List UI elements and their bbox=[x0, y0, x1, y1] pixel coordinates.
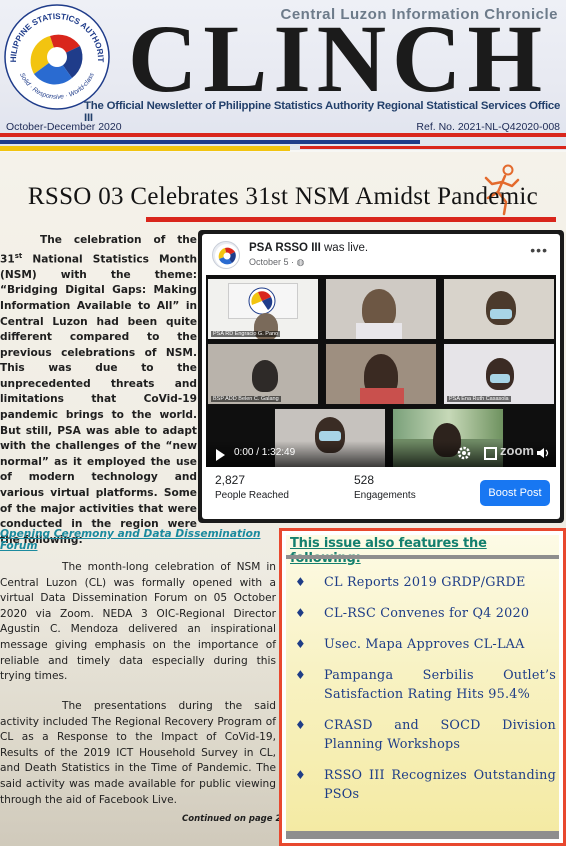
video-tile: PSA RD Engracio G. Pano bbox=[207, 278, 319, 340]
masthead: PHILIPPINE STATISTICS AUTHORITY Solid · … bbox=[0, 0, 566, 151]
post-timestamp[interactable]: October 5 · ◍ bbox=[249, 257, 304, 268]
continued-on-page: Continued on page 2 bbox=[182, 814, 282, 824]
sidebar-divider bbox=[286, 555, 559, 559]
fullscreen-icon[interactable] bbox=[484, 447, 497, 460]
video-controls: 0:00 / 1:32:49 zoom bbox=[206, 441, 556, 467]
feature-item[interactable]: ♦ CL-RSC Convenes for Q4 2020 bbox=[294, 604, 556, 623]
boost-post-button[interactable]: Boost Post bbox=[480, 480, 550, 506]
article-paragraph-intro: The celebration of the 31st National Sta… bbox=[0, 234, 197, 546]
also-featured-box: This issue also features the following: … bbox=[279, 528, 566, 846]
diamond-bullet-icon: ♦ bbox=[295, 718, 306, 732]
feature-item[interactable]: ♦ CRASD and SOCD Division Planning Worksh… bbox=[294, 716, 556, 754]
diamond-bullet-icon: ♦ bbox=[295, 668, 306, 682]
article-paragraph-opening: The month-long celebration of NSM in Cen… bbox=[0, 561, 276, 683]
masthead-stripe-red bbox=[0, 133, 566, 137]
engagements-label: Engagements bbox=[354, 490, 416, 501]
headline-underline bbox=[146, 217, 556, 222]
diamond-bullet-icon: ♦ bbox=[295, 637, 306, 651]
video-time: 0:00 / 1:32:49 bbox=[234, 447, 296, 458]
volume-icon[interactable] bbox=[536, 446, 550, 460]
facebook-live-post: PSA RSSO III was live. October 5 · ◍ •••… bbox=[198, 230, 564, 523]
feature-item[interactable]: ♦ Usec. Mapa Approves CL-LAA bbox=[294, 635, 556, 654]
masthead-stripe-red-short bbox=[300, 146, 566, 149]
video-tile: PSA Ena Ruth Casasola bbox=[443, 343, 555, 405]
video-tile: BSP ADD Belen C. Galang bbox=[207, 343, 319, 405]
live-video-player[interactable]: PSA RD Engracio G. Pano BSP ADD Belen C.… bbox=[206, 275, 556, 467]
video-tile-label: PSA Ena Ruth Casasola bbox=[447, 396, 511, 402]
zoom-watermark: zoom bbox=[500, 443, 534, 458]
also-featured-inner: This issue also features the following: … bbox=[286, 535, 559, 839]
issue-date: October-December 2020 bbox=[6, 121, 122, 133]
masthead-stripe-blue bbox=[0, 140, 420, 144]
also-featured-heading: This issue also features the following: bbox=[290, 536, 487, 566]
engagements-value: 528 bbox=[354, 473, 375, 487]
video-tile bbox=[325, 278, 437, 340]
video-tile bbox=[325, 343, 437, 405]
play-icon[interactable] bbox=[216, 449, 225, 461]
sidebar-bottom-bar bbox=[286, 831, 559, 839]
diamond-bullet-icon: ♦ bbox=[295, 606, 306, 620]
video-tile bbox=[443, 278, 555, 340]
video-tile-label: PSA RD Engracio G. Pano bbox=[211, 331, 281, 337]
feature-item[interactable]: ♦ RSSO III Recognizes Outstanding PSOs bbox=[294, 766, 556, 804]
feature-item[interactable]: ♦ Pampanga Serbilis Outlet’s Satisfaction… bbox=[294, 666, 556, 704]
section-heading-opening-ceremony: Opening Ceremony and Data Dissemination … bbox=[0, 528, 261, 552]
article-headline: RSSO 03 Celebrates 31st NSM Amidst Pande… bbox=[27, 183, 539, 210]
video-tile-label: BSP ADD Belen C. Galang bbox=[211, 396, 281, 402]
psa-avatar-icon bbox=[215, 244, 239, 268]
page-avatar[interactable] bbox=[212, 241, 240, 269]
diamond-bullet-icon: ♦ bbox=[295, 575, 306, 589]
masthead-stripe-yellow bbox=[0, 146, 290, 151]
newsletter-title: CLINCH bbox=[127, 5, 549, 112]
diamond-bullet-icon: ♦ bbox=[295, 768, 306, 782]
facebook-post-body: PSA RSSO III was live. October 5 · ◍ •••… bbox=[202, 234, 560, 519]
more-options-icon[interactable]: ••• bbox=[530, 242, 548, 258]
reference-number: Ref. No. 2021-NL-Q42020-008 bbox=[416, 121, 560, 133]
people-reached-label: People Reached bbox=[215, 490, 289, 501]
article-paragraph-presentations: The presentations during the said activi… bbox=[0, 700, 276, 806]
people-reached-value: 2,827 bbox=[215, 473, 246, 487]
feature-list: ♦ CL Reports 2019 GRDP/GRDE ♦ CL-RSC Conve… bbox=[294, 573, 556, 816]
gear-icon[interactable] bbox=[456, 445, 472, 461]
post-author[interactable]: PSA RSSO III was live. bbox=[249, 242, 368, 254]
feature-item[interactable]: ♦ CL Reports 2019 GRDP/GRDE bbox=[294, 573, 556, 592]
psa-logo: PHILIPPINE STATISTICS AUTHORITY Solid · … bbox=[2, 2, 110, 110]
